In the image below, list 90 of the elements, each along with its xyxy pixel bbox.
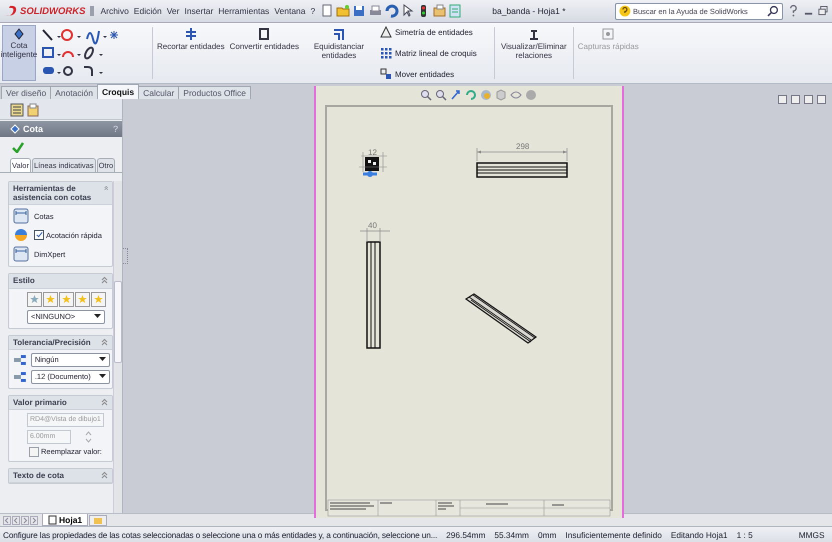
group-title: Texto de cota bbox=[13, 470, 64, 480]
view-toolbar-icon[interactable] bbox=[420, 89, 432, 101]
dimension-line bbox=[360, 228, 390, 242]
sheet-nav-icon[interactable] bbox=[3, 516, 11, 524]
checkbox[interactable] bbox=[34, 230, 44, 240]
collapse-icon[interactable] bbox=[101, 338, 108, 346]
move-icon bbox=[380, 68, 392, 80]
command-tab[interactable]: Croquis bbox=[96, 84, 140, 99]
caret-icon bbox=[99, 374, 106, 380]
dimension-text[interactable]: 12 bbox=[368, 148, 377, 157]
ribbon-list-item[interactable]: Mover entidades bbox=[380, 68, 477, 80]
dimension-icon bbox=[12, 28, 26, 40]
add-sheet-icon[interactable] bbox=[89, 514, 108, 526]
property-manager-icon[interactable] bbox=[26, 103, 40, 117]
caret-icon bbox=[94, 314, 101, 320]
command-tab[interactable]: Calcular bbox=[138, 86, 180, 99]
status-editing: Editando Hoja1 bbox=[670, 530, 728, 540]
sheet-icon bbox=[48, 514, 57, 524]
help-icon[interactable] bbox=[788, 4, 799, 18]
command-tab[interactable]: Productos Office bbox=[178, 86, 251, 99]
precision-icon bbox=[13, 370, 27, 383]
menu-item[interactable]: Ventana bbox=[274, 6, 306, 16]
isometric-view-drawing[interactable] bbox=[464, 293, 538, 344]
restore-icon[interactable] bbox=[818, 5, 828, 17]
ok-check-icon[interactable] bbox=[12, 142, 24, 153]
dimension-icon bbox=[10, 124, 20, 134]
feature-tree-icon[interactable] bbox=[10, 103, 24, 117]
status-scale: 1 : 5 bbox=[736, 530, 753, 540]
view-toolbar-icon[interactable] bbox=[465, 89, 477, 101]
menu-item[interactable]: Archivo bbox=[100, 6, 129, 16]
menu-item[interactable]: Edición bbox=[134, 6, 162, 16]
view-toolbar-icon[interactable] bbox=[450, 89, 462, 101]
ribbon-button[interactable]: Visualizar/Eliminar relaciones bbox=[498, 25, 570, 81]
ribbon-button[interactable]: Equidistanciar entidades bbox=[302, 25, 375, 81]
group-title: Tolerancia/Precisión bbox=[13, 338, 91, 347]
precision-icon bbox=[13, 354, 27, 366]
checkbox[interactable] bbox=[29, 446, 39, 457]
ribbon-button[interactable]: Convertir entidades bbox=[228, 25, 300, 81]
command-tab[interactable]: Anotación bbox=[50, 86, 98, 99]
group-title: Valor primario bbox=[13, 398, 67, 407]
dimension-text[interactable]: 40 bbox=[368, 221, 377, 230]
command-tab[interactable]: Ver diseño bbox=[1, 86, 52, 99]
grid-pattern-icon bbox=[380, 47, 392, 59]
collapse-icon[interactable] bbox=[104, 184, 108, 192]
sheet-nav-icon[interactable] bbox=[21, 516, 29, 524]
collapse-icon[interactable] bbox=[101, 470, 108, 479]
toolbar-icon[interactable] bbox=[384, 4, 400, 18]
status-message: Configure las propiedades de las cotas seleccionadas o seleccione una o más entidades y, a continuación, seleccione un... bbox=[3, 530, 438, 540]
rapid-dimension-icon bbox=[13, 227, 29, 244]
convert-icon bbox=[257, 27, 272, 41]
caret-icon bbox=[99, 357, 106, 362]
panel-title: Cota bbox=[23, 124, 44, 134]
scrollbar[interactable] bbox=[113, 181, 122, 513]
ribbon-list-item[interactable]: Matriz lineal de croquis bbox=[380, 47, 477, 59]
status-y-coordinate: 55.34mm bbox=[494, 530, 529, 540]
status-z-coordinate: 0mm bbox=[538, 530, 556, 540]
search-icon[interactable] bbox=[767, 5, 780, 17]
snap-icon bbox=[601, 27, 616, 41]
sheet-nav-icon[interactable] bbox=[30, 516, 38, 524]
menu-item[interactable]: Insertar bbox=[184, 6, 214, 16]
offset-icon bbox=[332, 27, 346, 41]
menu-item[interactable]: ? bbox=[310, 6, 316, 16]
smart-dimension-button[interactable]: Cota inteligente bbox=[2, 25, 36, 81]
collapse-icon[interactable] bbox=[101, 276, 108, 284]
status-x-coordinate: 296.54mm bbox=[446, 530, 486, 540]
document-title: ba_banda - Hoja1 * bbox=[492, 6, 567, 16]
dimension-text[interactable]: 298 bbox=[516, 142, 530, 151]
dimension-tool-icon[interactable] bbox=[13, 208, 29, 224]
sheet-tab[interactable]: Hoja1 bbox=[42, 514, 88, 526]
status-units[interactable]: MMGS bbox=[798, 530, 825, 540]
view-toolbar-icon[interactable] bbox=[510, 89, 522, 101]
spinner-icon[interactable] bbox=[85, 430, 92, 444]
side-view-drawing[interactable] bbox=[366, 241, 381, 349]
view-toolbar-icon[interactable] bbox=[435, 89, 447, 101]
ribbon-button[interactable]: Recortar entidades bbox=[156, 25, 226, 81]
dimxpert-icon[interactable] bbox=[13, 246, 29, 262]
collapse-icon[interactable] bbox=[101, 398, 108, 406]
ribbon-list-item[interactable]: Simetría de entidades bbox=[380, 26, 477, 38]
group-title: Herramientas de asistencia con cotas bbox=[13, 184, 92, 202]
help-icon bbox=[619, 5, 631, 17]
logo-icon bbox=[4, 5, 18, 17]
sheet-nav-icon[interactable] bbox=[12, 516, 20, 524]
trim-icon bbox=[184, 27, 198, 41]
top-view-drawing[interactable] bbox=[476, 162, 568, 178]
menu-item[interactable]: Herramientas bbox=[218, 6, 270, 16]
mirror-icon bbox=[380, 26, 392, 38]
status-definition: Insuficientemente definido bbox=[565, 530, 662, 540]
group-title: Estilo bbox=[13, 276, 35, 286]
app-logo: SOLIDWORKS bbox=[20, 6, 86, 16]
menu-item[interactable]: Ver bbox=[166, 6, 180, 16]
